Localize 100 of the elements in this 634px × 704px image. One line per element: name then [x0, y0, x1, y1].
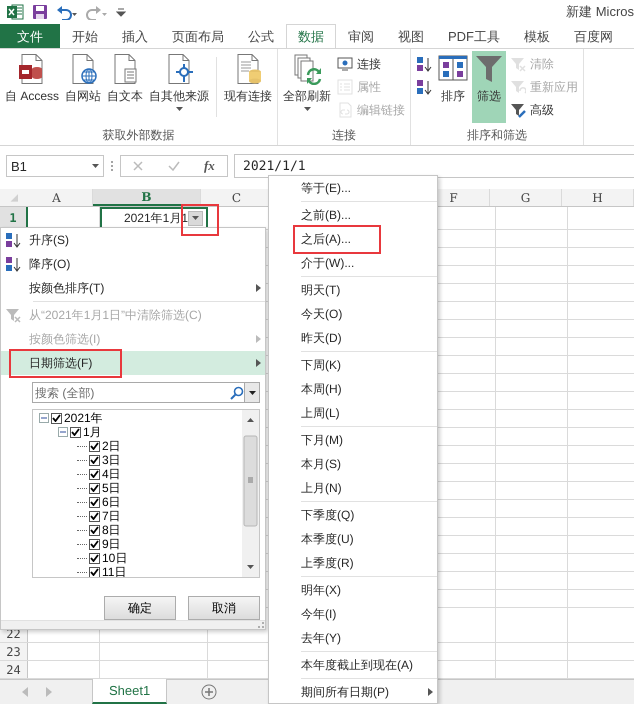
- tree-label[interactable]: 1月: [83, 424, 102, 440]
- file-tab[interactable]: 文件: [0, 24, 60, 48]
- row-header[interactable]: 1: [0, 207, 28, 229]
- ribbon-button[interactable]: 自文本: [105, 51, 146, 123]
- checkbox[interactable]: [89, 496, 100, 508]
- checkbox[interactable]: [70, 426, 81, 438]
- sort-ascending-icon: [5, 232, 21, 248]
- cell-reference: B1: [11, 158, 27, 174]
- resize-grip-icon[interactable]: [257, 621, 265, 629]
- check-icon[interactable]: [168, 161, 180, 171]
- ribbon-button[interactable]: 筛选: [472, 51, 506, 123]
- ribbon-button[interactable]: 全部刷新: [281, 51, 334, 123]
- column-header[interactable]: G: [490, 189, 562, 206]
- ribbon-button[interactable]: 自网站: [63, 51, 104, 123]
- tree-label[interactable]: 3日: [102, 452, 121, 468]
- menu-label: 按颜色筛选(I): [29, 330, 100, 348]
- menu-item[interactable]: 明年(X): [297, 578, 437, 602]
- menu-item[interactable]: 本周(H): [297, 377, 437, 401]
- menu-item[interactable]: 上季度(R): [297, 551, 437, 575]
- checkbox[interactable]: [89, 552, 100, 564]
- ribbon-tab[interactable]: 视图: [386, 24, 436, 48]
- menu-item[interactable]: 下季度(Q): [297, 503, 437, 527]
- tree-label[interactable]: 10日: [102, 550, 128, 566]
- checkbox[interactable]: [89, 524, 100, 536]
- checkbox[interactable]: [89, 566, 100, 577]
- checkbox[interactable]: [89, 538, 100, 550]
- ribbon-tab[interactable]: 审阅: [336, 24, 386, 48]
- collapse-icon[interactable]: [39, 413, 49, 423]
- submenu-arrow-icon: [256, 284, 261, 292]
- dialog-button[interactable]: 确定: [104, 596, 176, 620]
- insert-function-button[interactable]: fx: [204, 158, 215, 174]
- menu-item[interactable]: 之前(B)...: [297, 203, 437, 227]
- ribbon-button[interactable]: 自 Access: [3, 51, 62, 123]
- add-sheet-icon[interactable]: [201, 684, 218, 700]
- tree-label[interactable]: 7日: [102, 508, 121, 524]
- menu-item[interactable]: 本季度(U): [297, 527, 437, 551]
- ribbon-button[interactable]: 连接: [335, 53, 408, 75]
- menu-item[interactable]: 本年度截止到现在(A): [297, 653, 437, 677]
- column-header[interactable]: B: [93, 189, 201, 206]
- dialog-button[interactable]: 取消: [188, 596, 260, 620]
- menu-label: 上周(L): [301, 404, 340, 422]
- ribbon-tab[interactable]: 开始: [60, 24, 110, 48]
- ribbon-tab[interactable]: 页面布局: [160, 24, 236, 48]
- menu-item[interactable]: 介于(W)...: [297, 251, 437, 275]
- save-icon[interactable]: [32, 4, 48, 20]
- menu-item[interactable]: 下周(K): [297, 353, 437, 377]
- tree-label[interactable]: 2021年: [64, 410, 103, 426]
- undo-icon[interactable]: [56, 4, 78, 20]
- ribbon-tab[interactable]: PDF工具: [436, 24, 512, 48]
- menu-item[interactable]: 期间所有日期(P): [297, 680, 437, 704]
- tree-label[interactable]: 2日: [102, 438, 121, 454]
- menu-item[interactable]: 上周(L): [297, 401, 437, 425]
- customize-toolbar-icon[interactable]: [116, 6, 126, 18]
- ribbon-tab[interactable]: 插入: [110, 24, 160, 48]
- menu-label: 下月(M): [301, 432, 343, 448]
- search-field[interactable]: 搜索 (全部): [33, 386, 230, 400]
- menu-item[interactable]: 日期筛选(F): [1, 351, 265, 375]
- checkbox[interactable]: [51, 412, 62, 424]
- ribbon-tab[interactable]: 公式: [236, 24, 286, 48]
- filter-dropdown-button[interactable]: [188, 210, 203, 226]
- name-box[interactable]: B1: [6, 155, 104, 177]
- ribbon-button[interactable]: 排序: [436, 51, 470, 123]
- menu-item[interactable]: 去年(Y): [297, 626, 437, 650]
- ribbon-button[interactable]: 现有连接: [222, 51, 274, 123]
- menu-item[interactable]: 降序(O): [1, 252, 265, 276]
- caret-icon[interactable]: [248, 390, 256, 394]
- tree-label[interactable]: 4日: [102, 466, 121, 482]
- menu-item[interactable]: 昨天(D): [297, 326, 437, 350]
- ribbon-tab[interactable]: 模板: [512, 24, 562, 48]
- menu-item[interactable]: 上月(N): [297, 476, 437, 500]
- menu-item[interactable]: 本月(S): [297, 452, 437, 476]
- ribbon-tab[interactable]: 数据: [286, 24, 336, 48]
- sheet-tab[interactable]: Sheet1: [92, 679, 168, 704]
- ribbon-tab[interactable]: 百度网: [562, 24, 625, 48]
- menu-item[interactable]: 今年(I): [297, 602, 437, 626]
- row-header[interactable]: 23: [0, 643, 28, 660]
- tree-label[interactable]: 6日: [102, 494, 121, 510]
- ribbon-button[interactable]: 自其他来源: [147, 51, 212, 123]
- spreadsheet-logo-icon[interactable]: [6, 3, 24, 21]
- column-header[interactable]: H: [562, 189, 634, 206]
- checkbox[interactable]: [89, 482, 100, 494]
- menu-item[interactable]: 今天(O): [297, 302, 437, 326]
- checkbox[interactable]: [89, 468, 100, 480]
- menu-item[interactable]: 下月(M): [297, 428, 437, 452]
- checkbox[interactable]: [89, 510, 100, 522]
- tree-label[interactable]: 9日: [102, 536, 121, 552]
- row-header[interactable]: 24: [0, 661, 28, 678]
- menu-item[interactable]: 按颜色排序(T): [1, 276, 265, 300]
- menu-item[interactable]: 明天(T): [297, 278, 437, 302]
- collapse-icon[interactable]: [58, 427, 68, 437]
- checkbox[interactable]: [89, 454, 100, 466]
- tree-label[interactable]: 8日: [102, 522, 121, 538]
- filter-clear-icon: [5, 307, 21, 323]
- tree-label[interactable]: 5日: [102, 480, 121, 496]
- ribbon-button[interactable]: 高级: [508, 99, 580, 121]
- search-box[interactable]: 搜索 (全部): [32, 382, 260, 403]
- filter-reapply-icon: [510, 79, 526, 95]
- menu-item[interactable]: 升序(S): [1, 228, 265, 252]
- checkbox[interactable]: [89, 440, 100, 452]
- tree-label[interactable]: 11日: [102, 564, 126, 577]
